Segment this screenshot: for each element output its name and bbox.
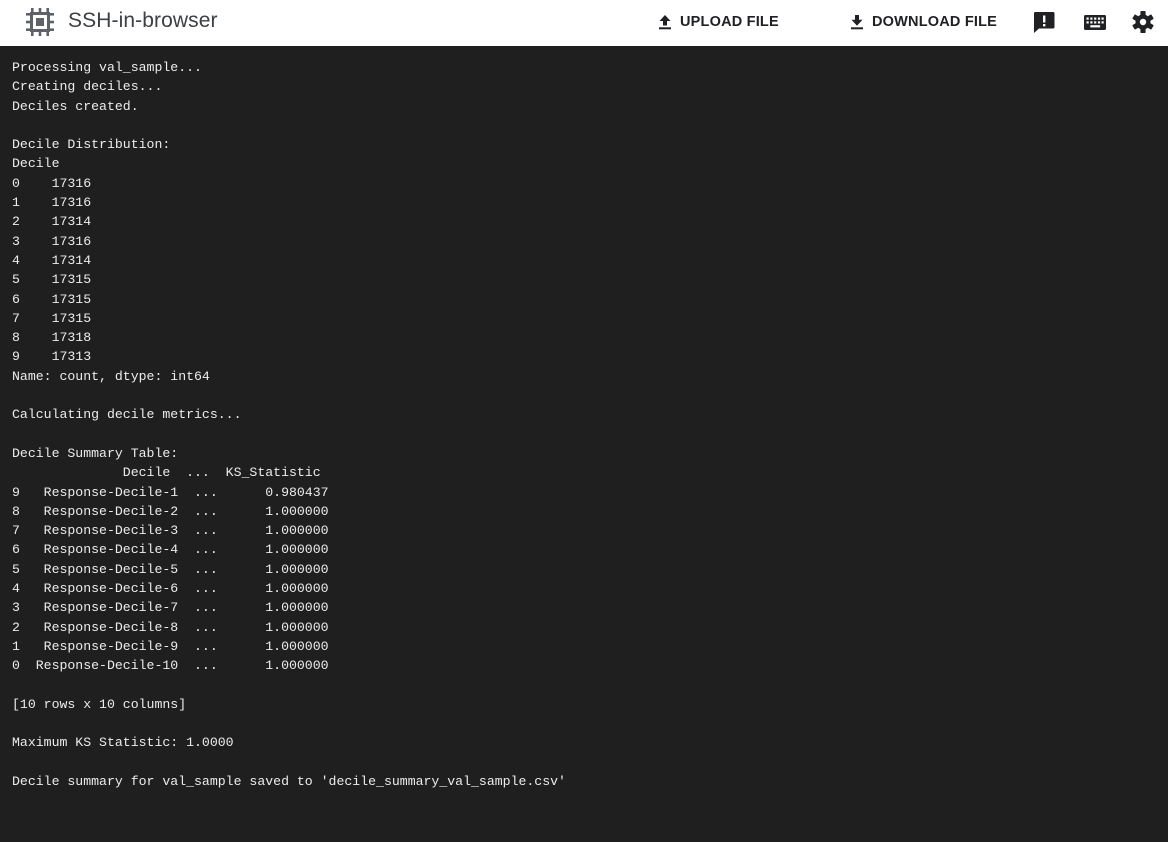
terminal-line: Deciles created. [12,98,139,114]
chip-icon [26,8,54,36]
terminal-line: 3 Response-Decile-7 ... 1.000000 [12,600,329,616]
feedback-icon[interactable] [1031,9,1057,35]
terminal-line: Name: count, dtype: int64 [12,368,210,384]
terminal-line: 9 17313 [12,349,92,365]
terminal-line: 2 17314 [12,214,92,230]
terminal-line: Decile Summary Table: [12,445,179,461]
terminal-line: 4 Response-Decile-6 ... 1.000000 [12,581,329,597]
terminal-line: 4 17314 [12,252,92,268]
terminal-line: Decile ... KS_Statistic [12,465,321,481]
terminal-line: 9 Response-Decile-1 ... 0.980437 [12,484,329,500]
terminal-line: 2 Response-Decile-8 ... 1.000000 [12,619,329,635]
terminal-line: 8 Response-Decile-2 ... 1.000000 [12,503,329,519]
ssh-in-browser-window: SSH-in-browser UPLOAD FILE DOWNLOAD FILE [0,0,1168,842]
terminal-line: 7 17315 [12,310,92,326]
terminal-line: Decile Distribution: [12,137,171,153]
terminal-line: Maximum KS Statistic: 1.0000 [12,735,234,751]
terminal-line: 5 Response-Decile-5 ... 1.000000 [12,561,329,577]
terminal-output[interactable]: Processing val_sample... Creating deciles… [0,46,1168,842]
terminal-line: 5 17315 [12,272,92,288]
terminal-line: Decile summary for val_sample saved to '… [12,773,566,789]
download-arrow-icon [851,15,863,30]
terminal-line: 1 Response-Decile-9 ... 1.000000 [12,638,329,654]
terminal-line: 0 Response-Decile-10 ... 1.000000 [12,658,329,674]
keyboard-icon[interactable] [1082,9,1108,35]
download-file-button[interactable]: DOWNLOAD FILE [850,10,997,34]
terminal-line: 1 17316 [12,195,92,211]
app-title: SSH-in-browser [68,9,218,32]
terminal-line: Creating deciles... [12,79,163,95]
upload-file-label: UPLOAD FILE [680,14,779,30]
terminal-line: Processing val_sample... [12,60,202,75]
terminal-line: 8 17318 [12,330,92,346]
gear-icon[interactable] [1130,9,1156,35]
download-file-label: DOWNLOAD FILE [872,14,998,30]
terminal-line: [10 rows x 10 columns] [12,696,187,712]
upload-arrow-icon [659,15,671,30]
terminal-line: Calculating decile metrics... [12,407,242,423]
terminal-line: Decile [12,156,60,172]
terminal-line: 7 Response-Decile-3 ... 1.000000 [12,523,329,539]
terminal-line: 6 Response-Decile-4 ... 1.000000 [12,542,329,558]
upload-file-button[interactable]: UPLOAD FILE [658,10,779,34]
terminal-line: 6 17315 [12,291,92,307]
top-toolbar: SSH-in-browser UPLOAD FILE DOWNLOAD FILE [0,0,1168,46]
terminal-line: 3 17316 [12,233,92,249]
terminal-line: 0 17316 [12,175,92,191]
